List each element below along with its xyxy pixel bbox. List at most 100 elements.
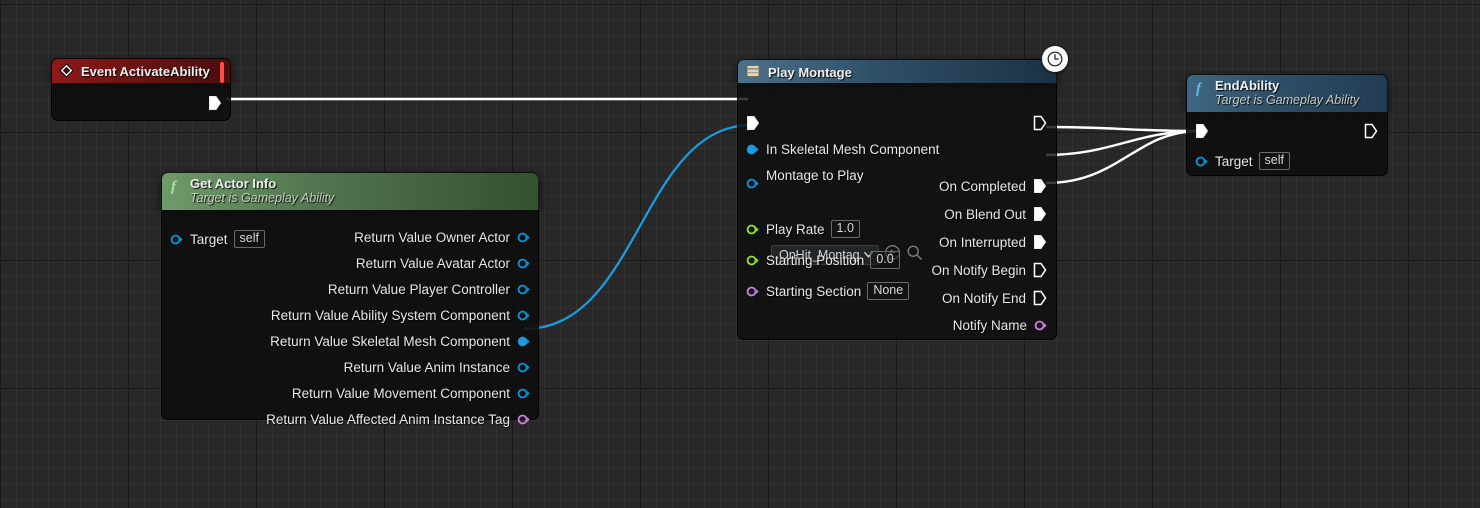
pin-label: Starting Section bbox=[766, 283, 862, 299]
starting-section-value-input[interactable]: None bbox=[867, 282, 910, 300]
pin-label: On Notify Begin bbox=[931, 262, 1026, 278]
pin-output-notify-name[interactable]: Notify Name bbox=[953, 318, 1047, 333]
node-play-montage[interactable]: Play Montage In Skeletal Mesh Component … bbox=[737, 46, 1068, 340]
pin-label: Target bbox=[1215, 153, 1253, 169]
pin-input-starting-position[interactable]: Starting Position 0.0 bbox=[746, 251, 900, 269]
pin-label: Return Value Avatar Actor bbox=[355, 256, 510, 271]
object-pin-icon bbox=[517, 388, 530, 399]
target-value-box[interactable]: self bbox=[1258, 152, 1290, 170]
montage-to-play-label-group: Montage to Play bbox=[766, 168, 864, 183]
node-event-activate-ability[interactable]: Event ActivateAbility bbox=[51, 58, 231, 121]
pin-label: Return Value Skeletal Mesh Component bbox=[270, 334, 510, 349]
node-end-ability[interactable]: f EndAbility Target is Gameplay Ability bbox=[1186, 74, 1388, 176]
pin-output-on-interrupted[interactable]: On Interrupted bbox=[939, 234, 1047, 250]
object-pin-icon bbox=[517, 258, 530, 269]
name-pin-icon bbox=[1034, 320, 1047, 331]
pin-label: On Notify End bbox=[941, 290, 1026, 306]
pin-input-target[interactable]: Target self bbox=[1195, 152, 1290, 170]
pin-label: Return Value Movement Component bbox=[291, 386, 510, 401]
starting-position-value-input[interactable]: 0.0 bbox=[870, 251, 900, 269]
target-value-box[interactable]: self bbox=[233, 230, 265, 248]
pin-output-affected-anim-instance-tag[interactable]: Return Value Affected Anim Instance Tag bbox=[266, 412, 530, 427]
pin-output-exec[interactable] bbox=[1364, 123, 1378, 139]
pin-output-on-completed[interactable]: On Completed bbox=[939, 178, 1047, 194]
red-square-icon[interactable] bbox=[220, 61, 224, 83]
pin-exec-out-event[interactable] bbox=[208, 95, 222, 111]
pin-output-anim-instance[interactable]: Return Value Anim Instance bbox=[344, 360, 530, 375]
node-title: Get Actor Info bbox=[190, 176, 277, 191]
exec-pin-icon bbox=[1033, 115, 1047, 131]
pin-label: On Interrupted bbox=[938, 234, 1026, 250]
node-header-end-ability[interactable]: f EndAbility Target is Gameplay Ability bbox=[1186, 74, 1388, 112]
pin-input-exec[interactable] bbox=[746, 115, 760, 131]
node-body-get-actor-info: Target self Return Value Owner Actor Ret… bbox=[161, 210, 539, 427]
object-pin-icon bbox=[517, 310, 530, 321]
node-header-event-activate-ability[interactable]: Event ActivateAbility bbox=[51, 58, 231, 83]
pin-output-skeletal-mesh-component[interactable]: Return Value Skeletal Mesh Component bbox=[270, 334, 530, 349]
pin-output-exec[interactable] bbox=[1033, 115, 1047, 131]
pin-label: Return Value Affected Anim Instance Tag bbox=[266, 412, 510, 427]
object-pin-icon bbox=[517, 362, 530, 373]
node-title: EndAbility bbox=[1215, 78, 1280, 93]
exec-pin-icon-connected bbox=[1034, 179, 1047, 193]
exec-pin-icon-connected bbox=[1034, 235, 1047, 249]
play-rate-value-input[interactable]: 1.0 bbox=[830, 220, 860, 238]
event-diamond-icon bbox=[59, 63, 74, 83]
magnifier-icon[interactable] bbox=[906, 244, 923, 266]
pin-label: Starting Position bbox=[766, 252, 865, 268]
pin-input-montage-to-play[interactable] bbox=[746, 177, 759, 190]
wire-exec-oncompleted-to-endability bbox=[1045, 125, 1197, 133]
pin-label: Notify Name bbox=[952, 318, 1027, 333]
float-pin-icon bbox=[746, 224, 759, 234]
function-f-icon: f bbox=[1195, 80, 1208, 101]
node-body-end-ability: Target self bbox=[1186, 112, 1388, 176]
pin-output-owner-actor[interactable]: Return Value Owner Actor bbox=[354, 230, 530, 245]
function-f-icon: f bbox=[170, 178, 183, 199]
exec-pin-icon bbox=[1033, 290, 1047, 306]
node-header-get-actor-info[interactable]: f Get Actor Info Target is Gameplay Abil… bbox=[161, 172, 539, 210]
pin-label: Montage to Play bbox=[766, 168, 864, 183]
object-pin-icon bbox=[1195, 156, 1208, 166]
pin-label: On Blend Out bbox=[944, 206, 1026, 222]
object-pin-icon bbox=[517, 232, 530, 243]
node-header-play-montage[interactable]: Play Montage bbox=[737, 59, 1057, 83]
pin-output-ability-system-component[interactable]: Return Value Ability System Component bbox=[271, 308, 530, 323]
node-get-actor-info[interactable]: f Get Actor Info Target is Gameplay Abil… bbox=[161, 172, 539, 427]
exec-pin-icon-connected bbox=[1034, 207, 1047, 221]
pin-label: Return Value Ability System Component bbox=[270, 308, 510, 323]
object-pin-icon bbox=[517, 284, 530, 295]
pin-output-on-blend-out[interactable]: On Blend Out bbox=[944, 206, 1047, 222]
object-pin-icon-connected bbox=[746, 144, 759, 155]
node-subtitle: Target is Gameplay Ability bbox=[190, 191, 335, 206]
pin-input-play-rate[interactable]: Play Rate 1.0 bbox=[746, 220, 860, 238]
pin-output-on-notify-end[interactable]: On Notify End bbox=[942, 290, 1047, 306]
wire-data-skeletalmesh bbox=[523, 123, 753, 331]
exec-pin-icon-connected bbox=[1196, 124, 1209, 138]
pin-label: Return Value Anim Instance bbox=[343, 360, 510, 375]
pin-label: Return Value Player Controller bbox=[327, 282, 510, 297]
struct-pin-icon bbox=[517, 414, 530, 425]
pin-output-movement-component[interactable]: Return Value Movement Component bbox=[292, 386, 530, 401]
pin-input-starting-section[interactable]: Starting Section None bbox=[746, 282, 910, 300]
pin-output-on-notify-begin[interactable]: On Notify Begin bbox=[931, 262, 1047, 278]
object-pin-icon bbox=[170, 234, 183, 244]
pin-input-in-skeletal-mesh-component[interactable]: In Skeletal Mesh Component bbox=[746, 142, 939, 157]
exec-pin-icon-connected bbox=[747, 116, 760, 130]
wire-exec-oninterrupted-to-endability bbox=[1045, 129, 1197, 185]
node-title: Play Montage bbox=[768, 64, 852, 80]
node-subtitle: Target is Gameplay Ability bbox=[1215, 93, 1360, 108]
pin-label: On Completed bbox=[938, 178, 1026, 194]
blueprint-graph-canvas[interactable]: Event ActivateAbility f Get Actor Info T… bbox=[0, 0, 1480, 508]
pin-input-target[interactable]: Target self bbox=[170, 230, 265, 248]
node-body-play-montage: In Skeletal Mesh Component Montage to Pl… bbox=[737, 83, 1057, 340]
svg-text:f: f bbox=[1196, 81, 1203, 96]
node-title: Event ActivateAbility bbox=[81, 64, 210, 80]
pin-output-player-controller[interactable]: Return Value Player Controller bbox=[328, 282, 530, 297]
wire-exec-onblendout-to-endability bbox=[1045, 129, 1197, 157]
pin-output-avatar-actor[interactable]: Return Value Avatar Actor bbox=[356, 256, 530, 271]
pin-input-exec[interactable] bbox=[1195, 123, 1209, 139]
name-pin-icon bbox=[746, 286, 759, 296]
pin-label: Return Value Owner Actor bbox=[354, 230, 510, 245]
montage-asset-icon bbox=[746, 64, 761, 83]
pin-label: In Skeletal Mesh Component bbox=[766, 142, 940, 157]
